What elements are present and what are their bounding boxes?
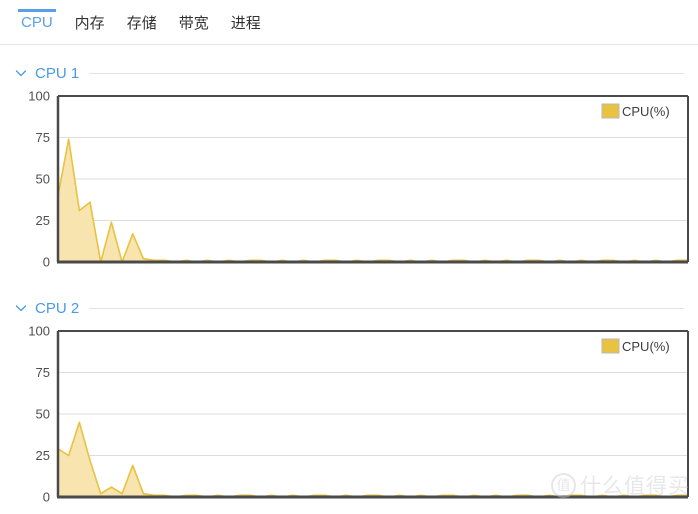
tab-cpu-label: CPU <box>21 13 53 31</box>
section-header-cpu-1[interactable]: CPU 1 <box>0 62 698 84</box>
y-axis-tick-label: 75 <box>36 130 50 145</box>
cpu-monitor-page: CPU 内存 存储 带宽 进程 CPU 1 0 25 50 75 100 CPU(%) <box>0 0 698 514</box>
tab-bar: CPU 内存 存储 带宽 进程 <box>0 0 698 45</box>
tab-cpu[interactable]: CPU <box>10 0 64 44</box>
tab-process-label: 进程 <box>230 14 261 32</box>
section-title-cpu-1: CPU 1 <box>35 64 80 82</box>
tab-bandwidth[interactable]: 带宽 <box>168 0 220 44</box>
section-divider <box>89 307 684 309</box>
chart-cpu-2: 0 25 50 75 100 CPU(%) <box>0 325 698 514</box>
y-axis-tick-label: 0 <box>43 255 50 270</box>
tab-memory[interactable]: 内存 <box>64 0 116 44</box>
chevron-down-icon[interactable] <box>14 301 28 315</box>
y-axis-tick-label: 25 <box>36 213 50 228</box>
section-header-cpu-2[interactable]: CPU 2 <box>0 297 698 319</box>
legend-swatch <box>601 103 620 119</box>
tab-storage-label: 存储 <box>126 14 157 32</box>
legend-label: CPU(%) <box>622 339 670 354</box>
legend-swatch <box>601 338 620 354</box>
chart-cpu-1: 0 25 50 75 100 CPU(%) <box>0 90 698 280</box>
tab-memory-label: 内存 <box>74 14 105 32</box>
chevron-down-icon[interactable] <box>14 66 28 80</box>
series-area <box>58 422 688 497</box>
section-title-cpu-2: CPU 2 <box>35 299 80 317</box>
y-axis-tick-label: 50 <box>36 407 50 422</box>
y-axis-tick-label: 100 <box>28 90 50 104</box>
y-axis-tick-label: 100 <box>28 325 50 339</box>
y-axis-tick-label: 50 <box>36 172 50 187</box>
y-axis-tick-label: 0 <box>43 490 50 505</box>
series-line <box>57 138 688 263</box>
y-axis-tick-label: 25 <box>36 448 50 463</box>
series-line <box>57 421 688 498</box>
y-axis-tick-label: 75 <box>36 365 50 380</box>
tab-process[interactable]: 进程 <box>220 0 272 44</box>
section-divider <box>89 72 684 74</box>
legend-label: CPU(%) <box>622 104 670 119</box>
tab-bandwidth-label: 带宽 <box>178 14 209 32</box>
series-area <box>58 139 688 262</box>
tab-storage[interactable]: 存储 <box>116 0 168 44</box>
